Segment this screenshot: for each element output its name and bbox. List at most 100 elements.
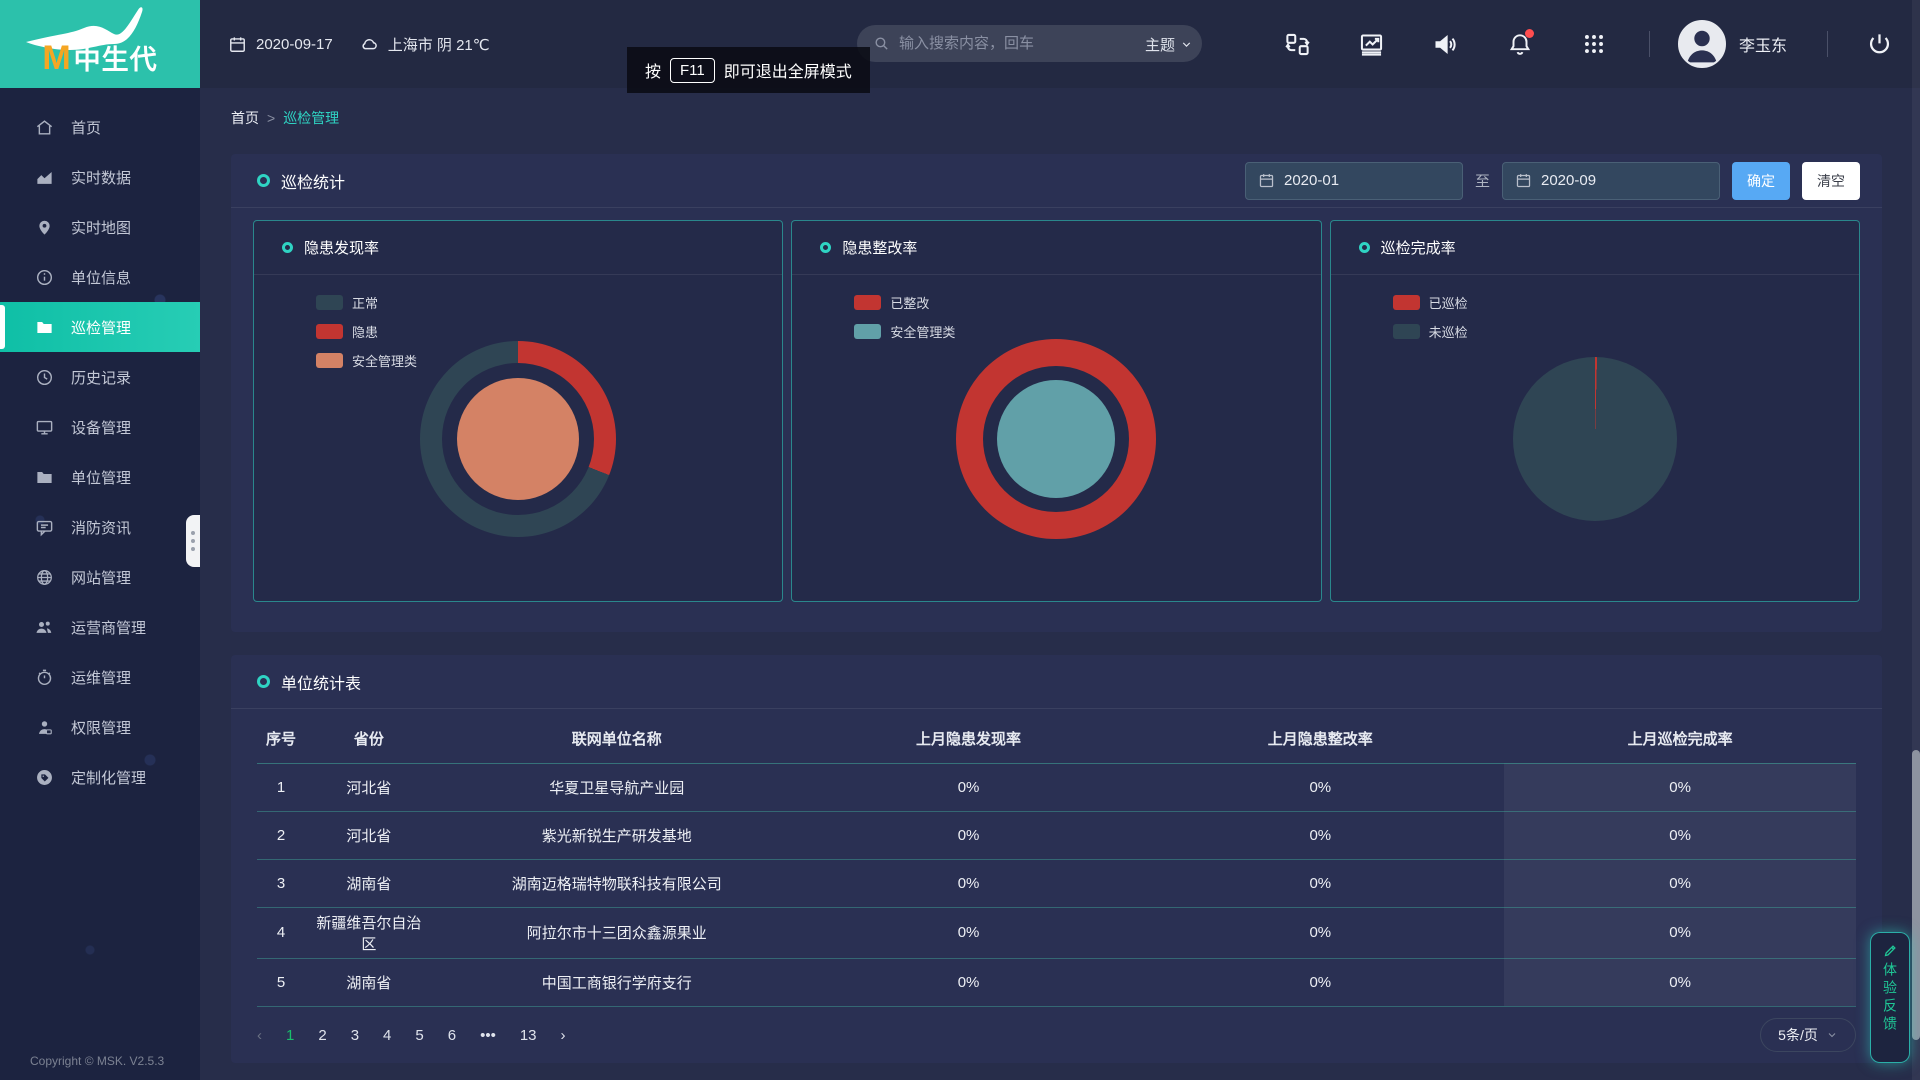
chart-cards-row: 隐患发现率正常隐患安全管理类隐患整改率已整改安全管理类巡检完成率已巡检未巡检 <box>253 220 1860 602</box>
sidebar-item-users[interactable]: 运营商管理 <box>0 602 200 652</box>
page-size-select[interactable]: 5条/页 <box>1760 1018 1856 1052</box>
table-cell: 0% <box>1136 811 1504 859</box>
sidebar-item-stopwatch[interactable]: 运维管理 <box>0 652 200 702</box>
column-header: 省份 <box>305 715 433 763</box>
pagination-prev[interactable]: ‹ <box>257 1027 262 1044</box>
pagination-page-2[interactable]: 2 <box>318 1027 326 1044</box>
sidebar-item-label: 设备管理 <box>71 417 131 438</box>
unit-name-link[interactable]: 阿拉尔市十三团众鑫源果业 <box>433 907 801 958</box>
legend-item[interactable]: 已巡检 <box>1393 293 1468 312</box>
brand-name: M中生代 <box>42 38 157 78</box>
breadcrumb-current[interactable]: 巡检管理 <box>283 108 339 128</box>
chevron-down-icon <box>1180 38 1193 51</box>
chart-card-header: 隐患发现率 <box>254 221 782 275</box>
fullscreen-tooltip: 按 F11 即可退出全屏模式 <box>627 47 870 93</box>
pagination-page-13[interactable]: 13 <box>520 1027 537 1044</box>
legend-label: 安全管理类 <box>890 322 955 341</box>
sidebar: M中生代 首页实时数据实时地图单位信息巡检管理历史记录设备管理单位管理消防资讯网… <box>0 0 200 1080</box>
table-cell: 0% <box>1504 907 1856 958</box>
unit-name-link[interactable]: 华夏卫星导航产业园 <box>433 763 801 811</box>
pagination-page-3[interactable]: 3 <box>351 1027 359 1044</box>
chart-card-1: 隐患发现率正常隐患安全管理类 <box>253 220 783 602</box>
chart-legend: 已整改安全管理类 <box>854 293 955 341</box>
sidebar-item-monitor[interactable]: 设备管理 <box>0 402 200 452</box>
unit-name-link[interactable]: 紫光新锐生产研发基地 <box>433 811 801 859</box>
confirm-button[interactable]: 确定 <box>1732 162 1790 200</box>
sidebar-item-label: 单位管理 <box>71 467 131 488</box>
legend-item[interactable]: 安全管理类 <box>316 351 417 370</box>
sidebar-item-user-shield[interactable]: 权限管理 <box>0 702 200 752</box>
legend-item[interactable]: 未巡检 <box>1393 322 1468 341</box>
weather-text: 上海市 阴 21℃ <box>388 34 490 55</box>
sidebar-item-label: 网站管理 <box>71 567 131 588</box>
breadcrumb: 首页 > 巡检管理 <box>231 108 339 128</box>
date-text: 2020-09-17 <box>256 36 333 53</box>
notifications-button[interactable] <box>1505 29 1535 59</box>
column-header: 上月隐患整改率 <box>1136 715 1504 763</box>
sidebar-item-folder[interactable]: 单位管理 <box>0 452 200 502</box>
column-header: 上月巡检完成率 <box>1504 715 1856 763</box>
pie-inner-disc <box>997 380 1115 498</box>
logout-power-button[interactable] <box>1864 29 1894 59</box>
sidebar-item-label: 历史记录 <box>71 367 131 388</box>
sidebar-collapse-handle[interactable] <box>186 515 200 567</box>
table-row: 1河北省华夏卫星导航产业园0%0%0% <box>257 763 1856 811</box>
legend-swatch <box>1393 295 1420 310</box>
table-cell: 0% <box>1504 859 1856 907</box>
pagination-page-4[interactable]: 4 <box>383 1027 391 1044</box>
legend-item[interactable]: 正常 <box>316 293 417 312</box>
sidebar-item-realtime-chart[interactable]: 实时数据 <box>0 152 200 202</box>
pagination-ellipsis[interactable]: ••• <box>480 1027 496 1044</box>
table-header-row: 序号省份联网单位名称上月隐患发现率上月隐患整改率上月巡检完成率 <box>257 715 1856 763</box>
table-cell: 0% <box>1136 763 1504 811</box>
legend-item[interactable]: 隐患 <box>316 322 417 341</box>
sidebar-item-map-pin[interactable]: 实时地图 <box>0 202 200 252</box>
sidebar-item-info[interactable]: 单位信息 <box>0 252 200 302</box>
unit-name-link[interactable]: 中国工商银行学府支行 <box>433 958 801 1006</box>
ring-bullet-icon <box>257 675 270 688</box>
unit-name-link[interactable]: 湖南迈格瑞特物联科技有限公司 <box>433 859 801 907</box>
calendar-icon <box>1258 172 1275 189</box>
scrollbar-thumb[interactable] <box>1912 750 1920 1040</box>
page-scrollbar <box>1912 0 1920 1080</box>
sidebar-item-label: 实时地图 <box>71 217 131 238</box>
breadcrumb-home[interactable]: 首页 <box>231 108 259 128</box>
feedback-tab[interactable]: 体验反馈 <box>1870 932 1910 1063</box>
notification-badge <box>1525 29 1534 38</box>
sidebar-menu: 首页实时数据实时地图单位信息巡检管理历史记录设备管理单位管理消防资讯网站管理运营… <box>0 88 200 802</box>
main-content: 首页 > 巡检管理 巡检统计 2020-01 至 <box>200 88 1920 1080</box>
legend-label: 正常 <box>352 293 378 312</box>
pagination-next[interactable]: › <box>561 1027 566 1044</box>
legend-swatch <box>316 295 343 310</box>
table-panel-title: 单位统计表 <box>281 670 361 694</box>
sidebar-item-clock[interactable]: 历史记录 <box>0 352 200 402</box>
report-chart-button[interactable] <box>1357 29 1387 59</box>
apps-grid-button[interactable] <box>1579 29 1609 59</box>
search-icon <box>873 35 890 52</box>
pagination-page-5[interactable]: 5 <box>415 1027 423 1044</box>
table-cell: 湖南省 <box>305 958 433 1006</box>
speaker-icon <box>1432 31 1459 58</box>
search-input[interactable] <box>899 35 1159 52</box>
calendar-icon <box>1515 172 1532 189</box>
date-from-input[interactable]: 2020-01 <box>1245 162 1463 200</box>
theme-dropdown[interactable]: 主题 <box>1145 34 1193 55</box>
sidebar-item-message[interactable]: 消防资讯 <box>0 502 200 552</box>
sidebar-item-folder-open[interactable]: 巡检管理 <box>0 302 200 352</box>
sound-button[interactable] <box>1431 29 1461 59</box>
legend-item[interactable]: 安全管理类 <box>854 322 955 341</box>
clear-button[interactable]: 清空 <box>1802 162 1860 200</box>
to-label: 至 <box>1475 170 1490 191</box>
sidebar-item-home[interactable]: 首页 <box>0 102 200 152</box>
ring-bullet-icon <box>820 242 831 253</box>
sidebar-item-globe[interactable]: 网站管理 <box>0 552 200 602</box>
swap-screens-button[interactable] <box>1283 29 1313 59</box>
users-icon <box>34 617 54 637</box>
pagination-page-6[interactable]: 6 <box>448 1027 456 1044</box>
pagination-page-1[interactable]: 1 <box>286 1027 294 1044</box>
sidebar-item-tag[interactable]: 定制化管理 <box>0 752 200 802</box>
legend-item[interactable]: 已整改 <box>854 293 955 312</box>
sidebar-item-label: 定制化管理 <box>71 767 146 788</box>
date-to-input[interactable]: 2020-09 <box>1502 162 1720 200</box>
avatar[interactable] <box>1678 20 1726 68</box>
